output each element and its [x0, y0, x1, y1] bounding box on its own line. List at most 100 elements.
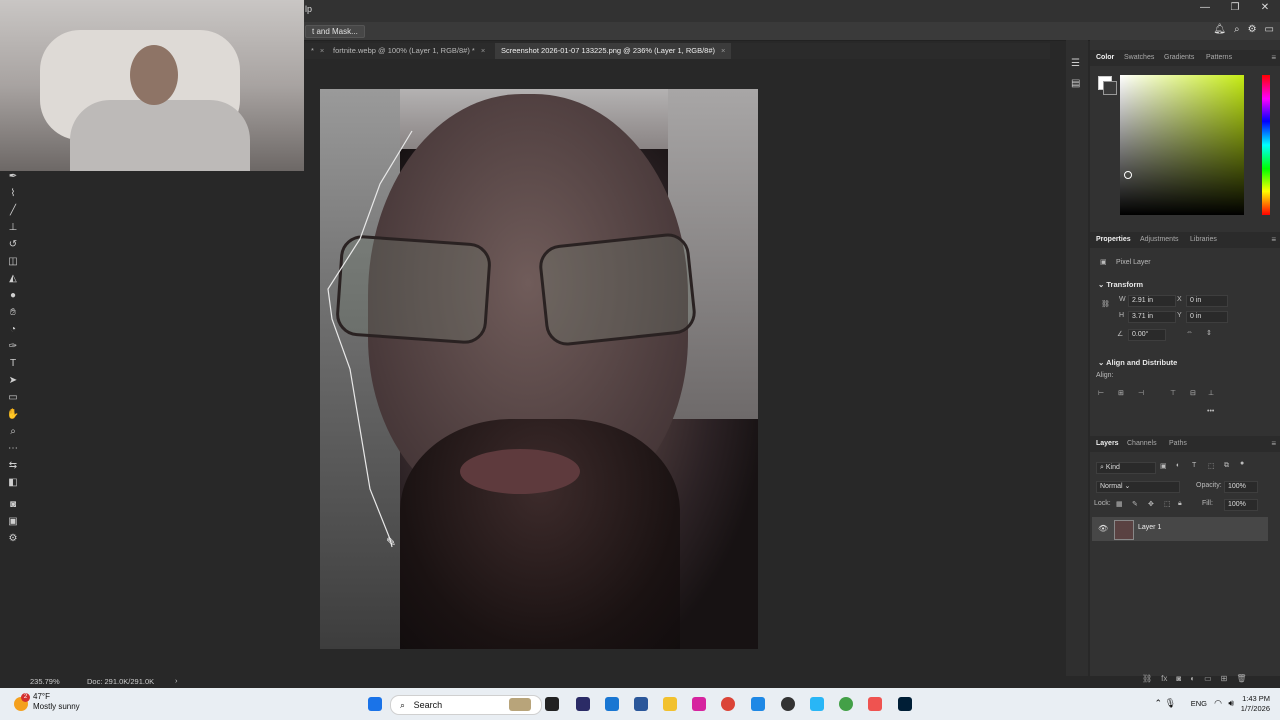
align-top-icon[interactable]: ⊤	[1170, 389, 1176, 397]
color-picker-handle[interactable]	[1124, 171, 1132, 179]
blur-icon[interactable]: ●	[5, 289, 21, 303]
minimize-button[interactable]: —	[1190, 0, 1220, 18]
align-center-icon[interactable]: ⊞	[1118, 389, 1124, 397]
document-canvas-image[interactable]: ✎	[320, 89, 758, 649]
width-field[interactable]: 2.91 in	[1128, 295, 1176, 307]
comments-panel-icon[interactable]: ▤	[1071, 78, 1080, 89]
tab-adjustments[interactable]: Adjustments	[1140, 232, 1179, 248]
panel-menu-icon[interactable]: ≡	[1271, 53, 1276, 62]
help-menu[interactable]: lp	[305, 4, 312, 14]
angle-field[interactable]: 0.00°	[1128, 329, 1166, 341]
lock-move-icon[interactable]: ✥	[1148, 500, 1154, 508]
background-color-swatch[interactable]	[1103, 81, 1117, 95]
opacity-field[interactable]: 100%	[1224, 481, 1258, 493]
tab-gradients[interactable]: Gradients	[1164, 50, 1194, 66]
filter-pixel-icon[interactable]: ▣	[1160, 462, 1167, 470]
filter-shape-icon[interactable]: ⬚	[1208, 462, 1215, 470]
photoshop-icon[interactable]	[898, 697, 912, 711]
link-layers-icon[interactable]: ⛓	[1142, 674, 1152, 683]
instagram-icon[interactable]	[692, 697, 706, 711]
layer-row[interactable]: 👁︎ Layer 1	[1092, 517, 1268, 541]
x-field[interactable]: 0 in	[1186, 295, 1228, 307]
bell-icon[interactable]: 🔔︎	[1213, 24, 1226, 35]
language-indicator[interactable]: ENG	[1191, 699, 1207, 709]
rectangle-icon[interactable]: ▭	[5, 391, 21, 405]
brush-icon[interactable]: ╱	[5, 204, 21, 218]
tab-layers[interactable]: Layers	[1096, 436, 1119, 452]
app-f-icon[interactable]	[810, 697, 824, 711]
adjustment-layer-icon[interactable]: ◐	[1190, 674, 1195, 683]
stamp-icon[interactable]: ⊥	[5, 221, 21, 235]
tab-fortnite[interactable]: fortnite.webp @ 100% (Layer 1, RGB/8#) *…	[327, 43, 491, 59]
fx-icon[interactable]: fx	[1161, 674, 1167, 683]
lock-transparent-icon[interactable]: ▦	[1116, 500, 1123, 508]
tab-swatches[interactable]: Swatches	[1124, 50, 1154, 66]
frame-icon[interactable]: ⚙	[5, 532, 21, 546]
close-tab-icon[interactable]: ×	[721, 46, 725, 55]
delete-layer-icon[interactable]: 🗑︎	[1236, 674, 1246, 683]
tab-channels[interactable]: Channels	[1127, 436, 1157, 452]
tray-chevron-icon[interactable]: ⌃	[1154, 698, 1162, 708]
filter-type-icon[interactable]: T	[1192, 462, 1196, 469]
new-layer-icon[interactable]: ⊞	[1221, 674, 1228, 683]
task-view-icon[interactable]	[545, 697, 559, 711]
blend-mode-select[interactable]: Normal ⌄	[1096, 481, 1180, 493]
close-tab-icon[interactable]: ×	[481, 46, 485, 55]
steam-icon[interactable]	[781, 697, 795, 711]
flip-vertical-icon[interactable]: ⇕	[1206, 329, 1212, 337]
file-explorer-icon[interactable]	[663, 697, 677, 711]
hue-slider[interactable]	[1262, 75, 1270, 215]
history-panel-icon[interactable]: ☰	[1071, 58, 1080, 69]
zoom-icon[interactable]: ⌕	[5, 425, 21, 439]
close-tab-icon[interactable]: ×	[320, 46, 324, 55]
swap-colors-icon[interactable]: ⇆	[5, 459, 21, 473]
align-middle-icon[interactable]: ⊟	[1190, 389, 1196, 397]
select-and-mask-button[interactable]: t and Mask...	[305, 25, 365, 38]
snipping-tool-icon[interactable]	[868, 697, 882, 711]
taskbar-search[interactable]: ⌕ Search	[390, 695, 542, 715]
lasso-tool-icon[interactable]: ✒	[5, 170, 21, 184]
more-tools-icon[interactable]: ⋯	[5, 442, 21, 456]
new-group-icon[interactable]: ▭	[1204, 674, 1212, 683]
tab-screenshot[interactable]: Screenshot 2026-01-07 133225.png @ 236% …	[495, 43, 732, 59]
quick-select-icon[interactable]: ⌇	[5, 187, 21, 201]
color-swatches-icon[interactable]: ◧	[5, 476, 21, 490]
eraser-icon[interactable]: ◫	[5, 255, 21, 269]
more-options-icon[interactable]: •••	[1207, 408, 1214, 415]
tab-color[interactable]: Color	[1096, 50, 1114, 66]
visibility-eye-icon[interactable]: 👁︎	[1098, 524, 1108, 533]
screen-mode-icon[interactable]: ▣	[5, 515, 21, 529]
workspace-icon[interactable]: ▭	[1265, 24, 1274, 35]
align-left-icon[interactable]: ⊢	[1098, 389, 1104, 397]
hand-icon[interactable]: ✋	[5, 408, 21, 422]
layer-name[interactable]: Layer 1	[1138, 524, 1161, 531]
fill-field[interactable]: 100%	[1224, 499, 1258, 511]
paint-bucket-icon[interactable]: ◭	[5, 272, 21, 286]
start-windows-icon[interactable]	[368, 697, 382, 711]
wifi-icon[interactable]: ◠	[1214, 698, 1222, 708]
color-picker-field[interactable]	[1120, 75, 1244, 215]
align-right-icon[interactable]: ⊣	[1138, 389, 1144, 397]
premiere-icon[interactable]	[576, 697, 590, 711]
filter-adjust-icon[interactable]: ◐	[1176, 462, 1180, 469]
lock-all-icon[interactable]: 🔒︎	[1178, 500, 1182, 508]
pen-icon[interactable]: ✑	[5, 340, 21, 354]
align-section-title[interactable]: ⌄ Align and Distribute	[1098, 358, 1177, 367]
panel-menu-icon[interactable]: ≡	[1271, 235, 1276, 244]
close-button[interactable]: ✕	[1250, 0, 1280, 18]
chrome-2-icon[interactable]	[839, 697, 853, 711]
tab-paths[interactable]: Paths	[1169, 436, 1187, 452]
align-bottom-icon[interactable]: ⊥	[1208, 389, 1214, 397]
tab-properties[interactable]: Properties	[1096, 232, 1131, 248]
gear-icon[interactable]: ⚙	[1248, 24, 1257, 35]
quick-mask-icon[interactable]: ◙	[5, 498, 21, 512]
panel-menu-icon[interactable]: ≡	[1271, 439, 1276, 448]
flip-horizontal-icon[interactable]: ⇔	[1186, 329, 1193, 336]
link-icon[interactable]: ⛓	[1101, 300, 1110, 308]
transform-section-title[interactable]: ⌄ Transform	[1098, 280, 1143, 289]
mic-icon[interactable]: 🎙︎	[1165, 698, 1176, 708]
search-icon[interactable]: ⌕	[1234, 24, 1240, 35]
weather-widget[interactable]: 47°F Mostly sunny	[33, 692, 80, 712]
lock-artboard-icon[interactable]: ⬚	[1164, 500, 1171, 508]
word-icon[interactable]	[634, 697, 648, 711]
